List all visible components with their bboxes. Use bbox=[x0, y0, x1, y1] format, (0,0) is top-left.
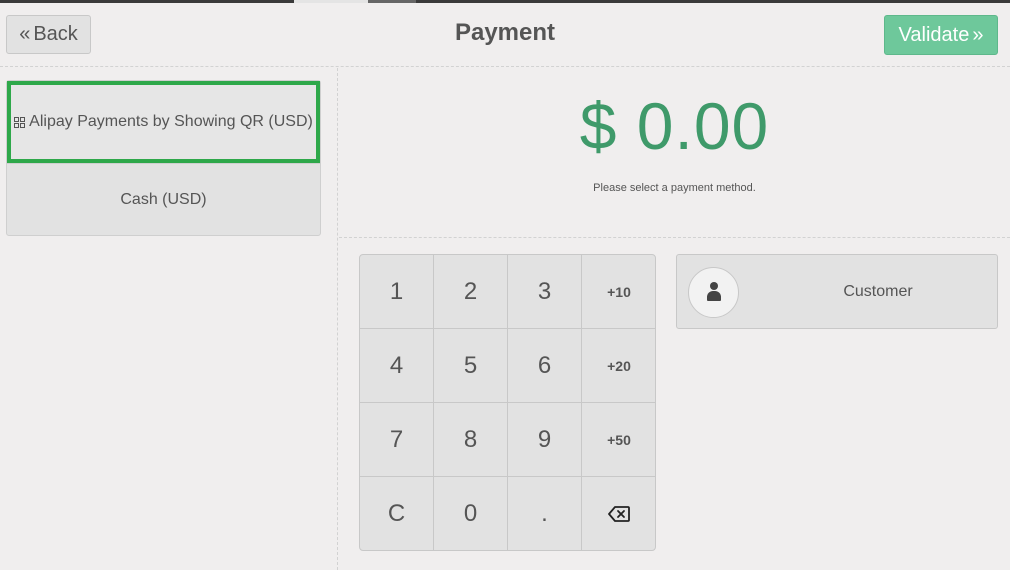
numpad-key-3[interactable]: 3 bbox=[508, 255, 582, 329]
numpad-key-9[interactable]: 9 bbox=[508, 403, 582, 477]
numpad-key-plus-50[interactable]: +50 bbox=[582, 403, 655, 477]
payment-method-label: Cash (USD) bbox=[120, 190, 207, 208]
numpad-key-1[interactable]: 1 bbox=[360, 255, 434, 329]
user-icon bbox=[688, 267, 739, 318]
back-button-label: Back bbox=[33, 23, 78, 45]
numpad-key-8[interactable]: 8 bbox=[434, 403, 508, 477]
validate-button-label: Validate bbox=[898, 23, 970, 46]
page-title: Payment bbox=[454, 19, 556, 46]
amount-value: $ 0.00 bbox=[579, 89, 770, 163]
payment-method-list: Alipay Payments by Showing QR (USD) Cash… bbox=[6, 80, 321, 236]
payment-hint: Please select a payment method. bbox=[593, 182, 756, 194]
numpad-key-5[interactable]: 5 bbox=[434, 329, 508, 403]
numpad: 1 2 3 +10 4 5 6 +20 7 8 9 +50 C 0 . bbox=[359, 254, 656, 551]
numpad-key-2[interactable]: 2 bbox=[434, 255, 508, 329]
double-chevron-left-icon: « bbox=[19, 23, 31, 45]
qr-icon bbox=[14, 116, 26, 128]
numpad-key-7[interactable]: 7 bbox=[360, 403, 434, 477]
numpad-key-plus-10[interactable]: +10 bbox=[582, 255, 655, 329]
numpad-key-0[interactable]: 0 bbox=[434, 477, 508, 550]
validate-button[interactable]: Validate » bbox=[884, 15, 998, 55]
header: « Back Payment Validate » bbox=[0, 3, 1010, 67]
double-chevron-right-icon: » bbox=[972, 23, 984, 46]
numpad-key-backspace[interactable] bbox=[582, 477, 655, 550]
amount-display: $ 0.00 Please select a payment method. bbox=[339, 68, 1010, 238]
customer-label: Customer bbox=[843, 283, 913, 300]
numpad-key-clear[interactable]: C bbox=[360, 477, 434, 550]
back-button[interactable]: « Back bbox=[6, 15, 91, 54]
payment-methods-panel: Alipay Payments by Showing QR (USD) Cash… bbox=[0, 68, 338, 570]
numpad-key-6[interactable]: 6 bbox=[508, 329, 582, 403]
backspace-icon bbox=[608, 506, 630, 522]
payment-method-label: Alipay Payments by Showing QR (USD) bbox=[29, 113, 313, 130]
payment-method-cash[interactable]: Cash (USD) bbox=[7, 163, 320, 235]
payment-method-alipay[interactable]: Alipay Payments by Showing QR (USD) bbox=[7, 81, 320, 163]
numpad-key-decimal[interactable]: . bbox=[508, 477, 582, 550]
numpad-key-4[interactable]: 4 bbox=[360, 329, 434, 403]
customer-button[interactable]: Customer bbox=[676, 254, 998, 329]
numpad-key-plus-20[interactable]: +20 bbox=[582, 329, 655, 403]
